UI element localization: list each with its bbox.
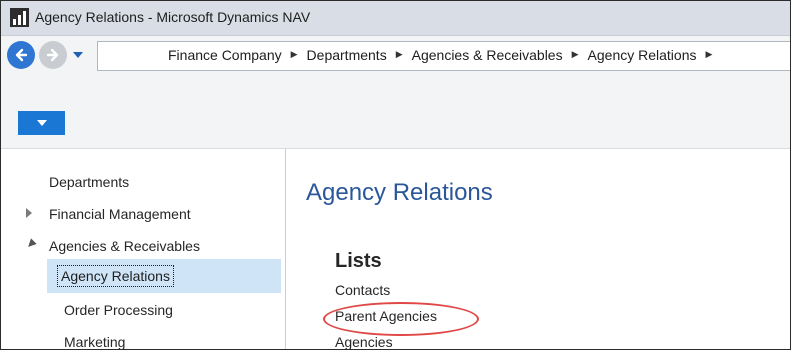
section-heading-lists: Lists xyxy=(335,250,382,272)
breadcrumb-separator-icon[interactable]: ▶ xyxy=(565,49,586,60)
nav-item-departments[interactable]: Departments xyxy=(49,174,129,190)
title-bar: Agency Relations - Microsoft Dynamics NA… xyxy=(1,1,790,36)
link-agencies[interactable]: Agencies xyxy=(335,334,393,349)
navigation-pane: Departments Financial Management Agencie… xyxy=(1,149,286,349)
forward-button[interactable] xyxy=(39,41,67,69)
window-title: Agency Relations - Microsoft Dynamics NA… xyxy=(35,9,311,25)
back-button[interactable] xyxy=(7,41,35,69)
nav-item-agency-relations[interactable]: Agency Relations xyxy=(57,265,174,287)
breadcrumb-separator-icon[interactable]: ▶ xyxy=(698,49,719,60)
collapse-icon[interactable] xyxy=(25,238,37,250)
nav-item-agencies-receivables[interactable]: Agencies & Receivables xyxy=(49,238,200,254)
expand-icon[interactable] xyxy=(26,208,32,218)
address-bar[interactable]: Finance Company ▶ Departments ▶ Agencies… xyxy=(97,41,790,71)
breadcrumb: Finance Company ▶ Departments ▶ Agencies… xyxy=(166,47,719,63)
navigation-bar: Finance Company ▶ Departments ▶ Agencies… xyxy=(1,36,790,76)
link-contacts[interactable]: Contacts xyxy=(335,282,390,298)
breadcrumb-item-departments[interactable]: Departments xyxy=(305,47,389,63)
chevron-down-icon xyxy=(36,119,47,126)
nav-item-order-processing[interactable]: Order Processing xyxy=(64,302,173,318)
chevron-down-icon xyxy=(73,51,83,58)
app-window: Agency Relations - Microsoft Dynamics NA… xyxy=(0,0,791,350)
breadcrumb-item-agencies-receivables[interactable]: Agencies & Receivables xyxy=(410,47,565,63)
breadcrumb-item-finance-company[interactable]: Finance Company xyxy=(166,47,284,63)
page-title: Agency Relations xyxy=(306,179,493,206)
ribbon-menu-button[interactable] xyxy=(18,111,65,135)
history-dropdown[interactable] xyxy=(71,48,85,62)
content-area: Agency Relations Lists Contacts Parent A… xyxy=(286,149,790,349)
breadcrumb-item-agency-relations[interactable]: Agency Relations xyxy=(586,47,699,63)
breadcrumb-separator-icon[interactable]: ▶ xyxy=(284,49,305,60)
link-parent-agencies[interactable]: Parent Agencies xyxy=(335,308,437,324)
forward-arrow-icon xyxy=(46,48,59,62)
ribbon xyxy=(1,76,790,149)
breadcrumb-separator-icon[interactable]: ▶ xyxy=(389,49,410,60)
back-arrow-icon xyxy=(15,48,28,62)
nav-item-marketing[interactable]: Marketing xyxy=(64,334,125,349)
nav-item-financial-management[interactable]: Financial Management xyxy=(49,206,191,222)
dynamics-nav-icon xyxy=(10,8,29,27)
